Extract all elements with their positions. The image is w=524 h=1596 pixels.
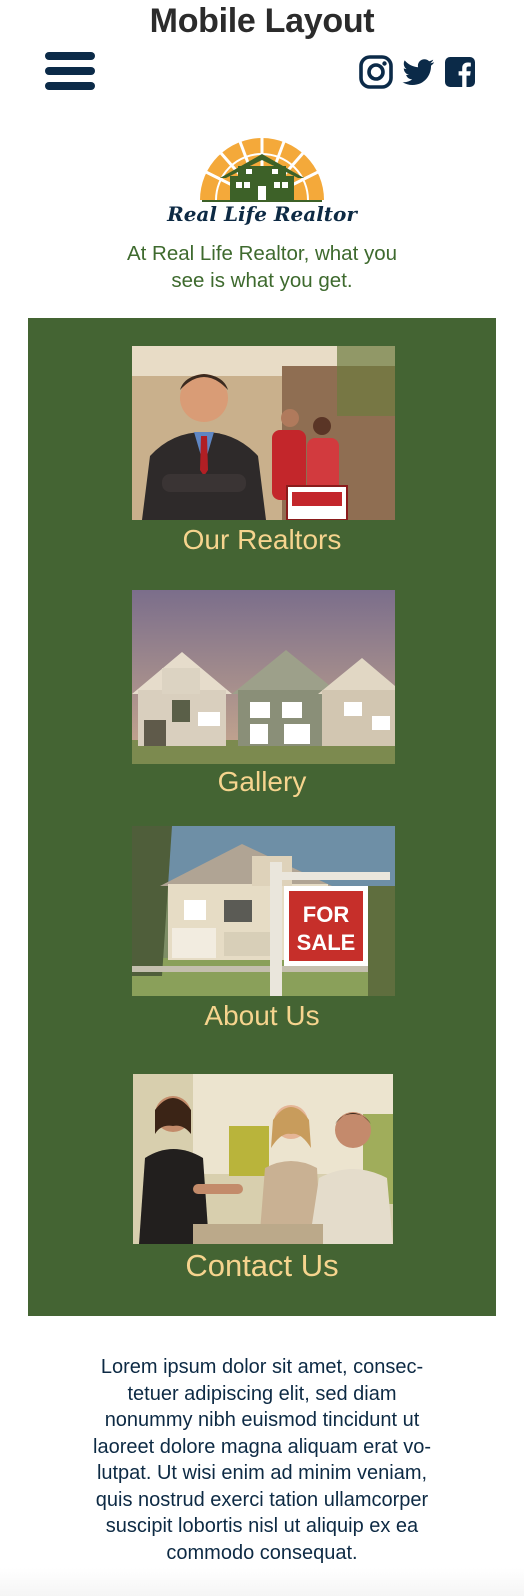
instagram-icon[interactable] [358, 54, 394, 90]
svg-text:SALE: SALE [297, 930, 356, 955]
nav-item-our-realtors[interactable]: Our Realtors [28, 524, 496, 556]
nav-item-about-us[interactable]: About Us [28, 1000, 496, 1032]
intro-paragraph: Lorem ipsum dolor sit amet, consec- tetu… [66, 1354, 458, 1566]
paragraph-line: lutpat. Ut wisi enim ad minim veniam, [96, 1462, 428, 1484]
tagline-line: At Real Life Realtor, what you [126, 242, 398, 265]
realtor-with-couple-photo[interactable] [132, 346, 395, 520]
svg-text:FOR: FOR [303, 902, 350, 927]
nav-item-gallery[interactable]: Gallery [28, 766, 496, 798]
tagline-line: see is what you get. [171, 269, 353, 292]
brand-name: Real Life Realtor [167, 202, 357, 226]
paragraph-line: Lorem ipsum dolor sit amet, consec- [100, 1356, 424, 1378]
page-title: Mobile Layout [149, 2, 375, 40]
meeting-clients-photo[interactable] [133, 1074, 393, 1244]
facebook-icon[interactable] [442, 54, 478, 90]
nav-panel: Our Realtors Gallery FOR SALE About Us C… [28, 318, 496, 1316]
paragraph-line: quis nostrud exerci tation ullamcorper [95, 1488, 429, 1511]
paragraph-line: commodo consequat. [166, 1541, 358, 1564]
hamburger-menu-icon[interactable] [45, 52, 95, 92]
paragraph-line: suscipit lobortis nisl ut aliquip ex ea [105, 1515, 419, 1537]
paragraph-line: tetuer adipiscing elit, sed diam [127, 1382, 397, 1405]
for-sale-sign-house-photo[interactable]: FOR SALE [132, 826, 395, 996]
social-links [358, 54, 478, 90]
twitter-icon[interactable] [400, 54, 436, 90]
tagline: At Real Life Realtor, what you see is wh… [0, 240, 524, 294]
paragraph-line: nonummy nibh euismod tincidunt ut [104, 1409, 420, 1431]
footer-fade [0, 1568, 524, 1596]
row-of-houses-photo[interactable] [132, 590, 395, 764]
paragraph-line: laoreet dolore magna aliquam erat vo- [93, 1435, 431, 1458]
nav-item-contact-us[interactable]: Contact Us [28, 1248, 496, 1284]
